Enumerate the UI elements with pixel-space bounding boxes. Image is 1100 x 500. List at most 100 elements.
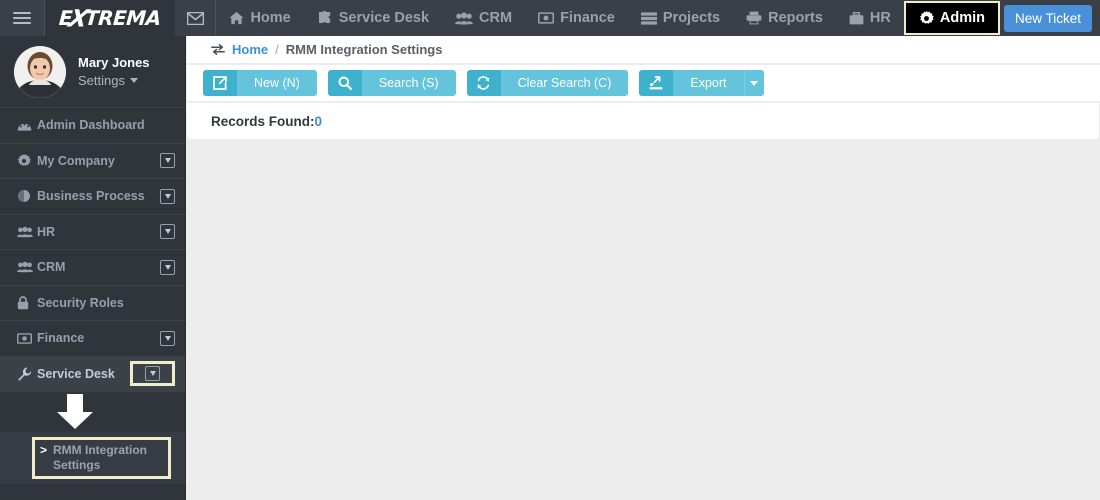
- nav-label: Reports: [768, 10, 823, 26]
- main-content: Home / RMM Integration Settings New (N) …: [187, 36, 1100, 500]
- nav-item-home[interactable]: Home: [216, 0, 303, 36]
- users-icon: [455, 12, 474, 25]
- nav-item-finance[interactable]: Finance: [525, 0, 628, 36]
- sidebar-item-label: Security Roles: [37, 295, 124, 310]
- toolbar: New (N) Search (S) Clear Search (C) Expo…: [187, 65, 1100, 101]
- export-button[interactable]: Export: [639, 70, 764, 96]
- new-ticket-container: New Ticket: [1000, 0, 1100, 36]
- exchange-arrows-icon: [211, 44, 225, 55]
- avatar[interactable]: [14, 45, 66, 98]
- new-button[interactable]: New (N): [203, 70, 317, 96]
- submenu-highlight-box: > RMM Integration Settings: [32, 437, 171, 479]
- nav-item-admin[interactable]: Admin: [903, 1, 1000, 35]
- mail-button[interactable]: [175, 0, 217, 36]
- nav-label: Admin: [939, 10, 985, 26]
- export-button-label: Export: [673, 70, 744, 96]
- chevron-down-icon: [164, 158, 171, 164]
- submenu-label: RMM Integration Settings: [53, 443, 148, 472]
- chevron-down-icon: [129, 78, 138, 83]
- user-settings-dropdown[interactable]: Settings: [78, 73, 150, 88]
- sidebar-item-security-roles[interactable]: Security Roles: [0, 286, 185, 321]
- user-settings-label: Settings: [78, 73, 125, 88]
- nav-label: Projects: [662, 10, 721, 26]
- sidebar-item-label: Admin Dashboard: [37, 118, 145, 133]
- puzzle-piece-icon: [317, 11, 333, 25]
- chevron-down-icon: [164, 264, 171, 270]
- users-icon: [17, 261, 37, 273]
- sidebar-item-label: Finance: [37, 331, 85, 346]
- sidebar-item-label: Service Desk: [37, 366, 115, 381]
- sidebar-submenu-rmm-integration-settings[interactable]: > RMM Integration Settings: [0, 432, 185, 484]
- chevron-down-icon: [149, 371, 156, 377]
- nav-item-reports[interactable]: Reports: [733, 0, 836, 36]
- hamburger-menu-button[interactable]: [0, 0, 46, 36]
- main-nav-menu: Home Service Desk CRM Finance Projects R…: [216, 0, 1100, 36]
- expand-toggle[interactable]: [145, 366, 160, 382]
- breadcrumb-current-page: RMM Integration Settings: [285, 42, 443, 57]
- sidebar-user-box: Mary Jones Settings: [0, 36, 185, 108]
- sidebar-item-hr[interactable]: HR: [0, 215, 185, 250]
- new-ticket-button[interactable]: New Ticket: [1003, 4, 1092, 32]
- money-bill-icon: [538, 12, 555, 24]
- user-info: Mary Jones Settings: [78, 55, 150, 88]
- nav-label: Finance: [560, 10, 615, 26]
- sidebar-item-label: My Company: [37, 153, 115, 168]
- top-navigation-bar: EXTREMA Home Service Desk CRM Finance Pr…: [0, 0, 1100, 36]
- records-found-count: 0: [314, 113, 323, 129]
- external-link-icon: [203, 70, 237, 96]
- nav-item-service-desk[interactable]: Service Desk: [304, 0, 442, 36]
- sidebar-item-label: HR: [37, 224, 56, 239]
- annotation-arrow-row: [0, 392, 185, 432]
- clear-search-button[interactable]: Clear Search (C): [466, 70, 629, 96]
- records-found-label: Records Found:: [211, 113, 315, 129]
- nav-label: CRM: [479, 10, 513, 26]
- extrema-wordmark: EXTREMA: [58, 4, 162, 32]
- brand-logo-extrema[interactable]: EXTREMA: [45, 0, 175, 36]
- breadcrumb-home-link[interactable]: Home: [232, 42, 268, 57]
- brand-suffix: TREMA: [84, 6, 162, 30]
- breadcrumb: Home / RMM Integration Settings: [187, 36, 1100, 63]
- export-dropdown-toggle[interactable]: [743, 70, 764, 96]
- nav-item-projects[interactable]: Projects: [628, 0, 733, 36]
- nav-label: Home: [250, 10, 291, 26]
- chevron-down-icon: [164, 335, 171, 341]
- chevron-right-icon: >: [40, 443, 48, 457]
- nav-label: Service Desk: [338, 10, 430, 26]
- breadcrumb-separator: /: [275, 42, 279, 57]
- search-button[interactable]: Search (S): [327, 70, 456, 96]
- money-bill-icon: [17, 332, 37, 344]
- nav-item-crm[interactable]: CRM: [442, 0, 525, 36]
- sidebar-item-label: CRM: [37, 260, 66, 275]
- expand-toggle[interactable]: [160, 330, 175, 346]
- lock-icon: [17, 295, 37, 310]
- chevron-down-icon: [750, 80, 759, 86]
- chevron-down-icon: [164, 193, 171, 199]
- house-icon: [229, 11, 244, 25]
- expand-toggle[interactable]: [160, 259, 175, 275]
- clear-search-button-label: Clear Search (C): [500, 70, 629, 96]
- nav-item-hr[interactable]: HR: [836, 0, 904, 36]
- user-name: Mary Jones: [78, 55, 150, 70]
- sidebar: Mary Jones Settings Admin Dashboard My C…: [0, 36, 186, 500]
- server-stack-icon: [640, 11, 657, 25]
- sidebar-item-service-desk[interactable]: Service Desk: [0, 356, 185, 392]
- nav-label: HR: [869, 10, 891, 26]
- new-button-label: New (N): [237, 70, 317, 96]
- export-icon: [639, 70, 674, 96]
- search-button-label: Search (S): [361, 70, 456, 96]
- sidebar-item-business-process[interactable]: Business Process: [0, 179, 185, 215]
- wrench-icon: [17, 367, 37, 381]
- expand-toggle[interactable]: [160, 224, 175, 240]
- sidebar-item-my-company[interactable]: My Company: [0, 144, 185, 179]
- expand-toggle[interactable]: [160, 188, 175, 204]
- sidebar-item-admin-dashboard[interactable]: Admin Dashboard: [0, 108, 185, 144]
- search-icon: [327, 70, 362, 96]
- chevron-down-icon: [164, 229, 171, 235]
- sidebar-item-label: Business Process: [37, 189, 145, 204]
- refresh-icon: [466, 70, 501, 96]
- sidebar-item-crm[interactable]: CRM: [0, 250, 185, 286]
- expand-toggle[interactable]: [160, 153, 175, 169]
- envelope-icon: [186, 11, 204, 25]
- users-icon: [17, 226, 37, 238]
- sidebar-item-finance[interactable]: Finance: [0, 321, 185, 357]
